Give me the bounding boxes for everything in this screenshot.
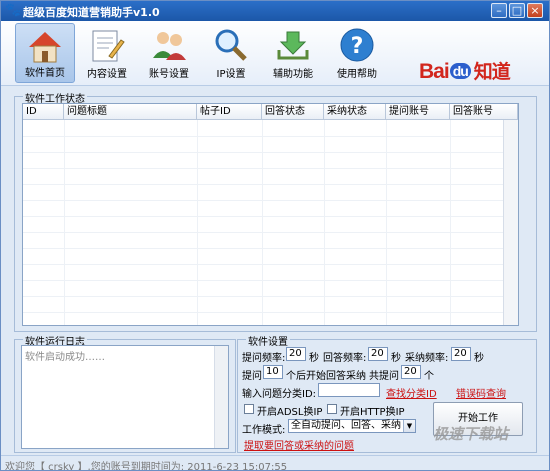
toolbar-label: 软件首页 (25, 68, 65, 79)
document-pen-icon (92, 30, 125, 62)
home-icon (29, 32, 61, 63)
adopt-freq-unit: 秒 (474, 353, 484, 364)
ask-freq-input[interactable]: 20 (286, 347, 306, 361)
column-header-answer-status[interactable]: 回答状态 (262, 104, 324, 120)
mode-select-value: 全自动提问、回答、采纳 (291, 420, 401, 431)
grid-row-line (23, 248, 518, 249)
toolbar-content-settings[interactable]: 内容设置 (77, 23, 137, 83)
category-label: 输入问题分类ID: (242, 389, 317, 400)
grid-column-line (262, 120, 263, 325)
toolbar-help[interactable]: ? 使用帮助 (327, 23, 387, 83)
grid-row-line (23, 296, 518, 297)
column-header-id[interactable]: ID (23, 104, 64, 120)
column-header-answer-account[interactable]: 回答账号 (450, 104, 518, 120)
grid-column-line (386, 120, 387, 325)
total-ask-input[interactable]: 20 (401, 365, 421, 379)
column-header-post-id[interactable]: 帖子ID (197, 104, 262, 120)
magnifier-icon (215, 29, 247, 61)
ask-count-label: 提问 (242, 371, 262, 382)
total-ask-label: 共提问 (369, 371, 399, 382)
ask-freq-label: 提问频率: (242, 353, 286, 364)
grid-column-line (450, 120, 451, 325)
maximize-button[interactable]: □ (509, 3, 525, 18)
column-header-ask-account[interactable]: 提问账号 (386, 104, 450, 120)
error-code-link[interactable]: 错误码查询 (456, 385, 506, 400)
logo-bai: Bai (419, 60, 450, 83)
toolbar-label: 使用帮助 (337, 69, 377, 80)
find-category-link[interactable]: 查找分类ID (386, 385, 437, 400)
table-header: ID 问题标题 帖子ID 回答状态 采纳状态 提问账号 回答账号 (23, 104, 518, 120)
http-checkbox[interactable] (327, 404, 337, 414)
extract-questions-link[interactable]: 提取要回答或采纳的问题 (244, 437, 354, 452)
grid-row-line (23, 216, 518, 217)
grid-row-line (23, 264, 518, 265)
toolbar-aux-functions[interactable]: 辅助功能 (263, 23, 323, 83)
total-ask-unit: 个 (424, 371, 434, 382)
log-scrollbar[interactable] (214, 346, 228, 448)
help-question-icon: ? (340, 28, 374, 62)
grid-row-line (23, 136, 518, 137)
status-bar: 欢迎您【 crsky 】,您的账号到期时间为: 2011-6-23 15:07:… (1, 455, 549, 470)
window-title: 超级百度知道营销助手v1.0 (23, 6, 160, 19)
grid-row-line (23, 152, 518, 153)
grid-column-line (197, 120, 198, 325)
adopt-freq-label: 采纳频率: (405, 353, 449, 364)
table-scrollbar[interactable] (503, 120, 518, 325)
toolbar-label: 辅助功能 (273, 69, 313, 80)
answer-freq-input[interactable]: 20 (368, 347, 388, 361)
adsl-checkbox[interactable] (244, 404, 254, 414)
close-button[interactable]: × (527, 3, 543, 18)
http-label: 开启HTTP换IP (340, 407, 405, 418)
toolbar-label: IP设置 (216, 69, 246, 80)
minimize-button[interactable]: – (491, 3, 507, 18)
logo-du: du (449, 63, 471, 79)
grid-row-line (23, 232, 518, 233)
svg-text:?: ? (351, 34, 364, 59)
settings-title: 软件设置 (246, 333, 290, 348)
adopt-freq-input[interactable]: 20 (451, 347, 471, 361)
work-status-table: ID 问题标题 帖子ID 回答状态 采纳状态 提问账号 回答账号 (22, 103, 519, 326)
mode-label: 工作模式: (242, 425, 286, 436)
grid-row-line (23, 184, 518, 185)
category-input[interactable] (318, 383, 380, 397)
main-window: 🐾 超级百度知道营销助手v1.0 – □ × 软件首页 内容设置 账号设置 IP… (0, 0, 550, 471)
log-text: 软件启动成功…… (25, 352, 105, 363)
mode-select[interactable]: 全自动提问、回答、采纳 ▼ (288, 419, 416, 433)
chevron-down-icon: ▼ (403, 420, 415, 432)
watermark: 极速下载站 (433, 425, 509, 443)
toolbar-label: 账号设置 (149, 69, 189, 80)
toolbar-home[interactable]: 软件首页 (15, 23, 75, 83)
download-arrow-icon (277, 31, 309, 60)
logo-zhidao: 知道 (473, 62, 511, 83)
baidu-logo: Bai du 知道 (419, 57, 511, 84)
answer-freq-label: 回答频率: (323, 353, 367, 364)
ask-freq-unit: 秒 (309, 353, 319, 364)
users-icon (153, 32, 186, 60)
status-text: 欢迎您【 crsky 】,您的账号到期时间为: 2011-6-23 15:07:… (5, 462, 288, 471)
column-header-title[interactable]: 问题标题 (64, 104, 197, 120)
column-header-adopt-status[interactable]: 采纳状态 (324, 104, 386, 120)
grid-column-line (324, 120, 325, 325)
log-textarea[interactable]: 软件启动成功…… (21, 345, 229, 449)
grid-row-line (23, 280, 518, 281)
toolbar-account-settings[interactable]: 账号设置 (139, 23, 199, 83)
toolbar-label: 内容设置 (87, 69, 127, 80)
adsl-label: 开启ADSL换IP (257, 407, 323, 418)
grid-row-line (23, 312, 518, 313)
grid-row-line (23, 200, 518, 201)
grid-row-line (23, 168, 518, 169)
answer-freq-unit: 秒 (391, 353, 401, 364)
title-bar: 🐾 超级百度知道营销助手v1.0 – □ × (1, 1, 549, 21)
ask-count-input[interactable]: 10 (263, 365, 283, 379)
toolbar-ip-settings[interactable]: IP设置 (201, 23, 261, 83)
toolbar: 软件首页 内容设置 账号设置 IP设置 辅助功能 ? 使用帮助 Bai du 知… (1, 21, 549, 86)
ask-after-label: 个后开始回答采纳 (286, 371, 366, 382)
paw-icon: 🐾 (5, 3, 22, 18)
grid-column-line (64, 120, 65, 325)
